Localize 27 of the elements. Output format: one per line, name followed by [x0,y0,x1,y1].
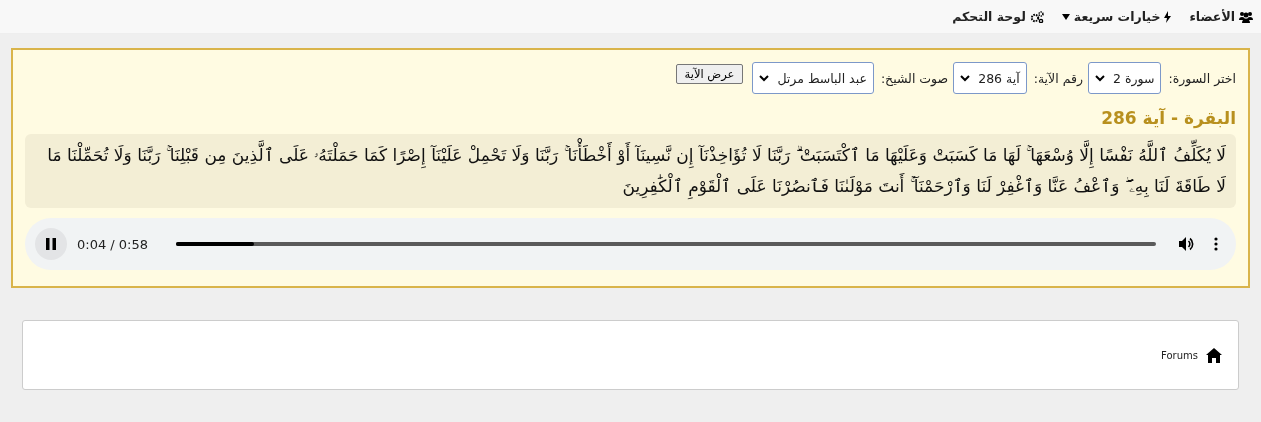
field-label: صوت الشيخ: [880,70,949,86]
gears-icon [1029,10,1044,23]
chevron-icon [1095,74,1105,82]
home-icon [1206,347,1222,363]
more-options-icon[interactable] [1214,237,1218,251]
play-pause-button[interactable] [35,228,67,260]
chevron-icon [759,74,770,82]
surah-select[interactable]: سورة 2 [1088,62,1162,94]
users-icon [1239,10,1253,23]
reciter-select[interactable]: عبد الباسط مرتل [752,62,874,94]
bolt-icon [1164,10,1172,23]
nav-link[interactable]: خيارات سريعة [1061,9,1172,24]
time-display: 0:04 / 0:58 [77,236,149,252]
progress-track[interactable] [176,242,1156,246]
volume-icon[interactable] [1178,236,1194,252]
field-label: اختر السورة: [1168,70,1236,86]
verse-heading: البقرة - آية 286 [1100,108,1236,128]
field-label: رقم الآية: [1033,70,1083,86]
forums-link[interactable]: Forums [1161,347,1222,363]
show-verse-button[interactable]: عرض الآية [675,64,744,84]
verse-text: لَا يُكَلِّفُ ٱللَّهُ نَفْسًا إِلَّا وُسْعَهَا ۚ لَهَا مَا كَسَبَتْ وَعَلَيْهَا مَا ٱكْتَسَبَتْ ۗ رَبَّنَا لَا تُؤَاخِذْنَآ إِن نَّسِينَآ أَوْ أَخْطَأْنَا ۚ رَبَّنَا وَلَا تَحْمِلْ عَلَيْنَآ إِصْرًا كَمَا حَمَلْتَهُۥ عَلَى ٱلَّذِينَ مِن قَبْلِنَا ۚ رَبَّنَا وَلَا تُحَمِّلْنَا مَا لَا طَاقَةَ لَنَا بِهِۦ ۖ وَٱعْفُ عَنَّا وَٱغْفِرْ لَنَا وَٱرْحَمْنَآ ۚ أَنتَ مَوْلَىٰنَا فَٱنصُرْنَا عَلَى ٱلْقَوْمِ ٱلْكَٰفِرِينَ [25,134,1236,208]
pause-icon [46,238,56,250]
caret-icon [1061,13,1070,20]
chevron-icon [960,74,971,82]
nav-link[interactable]: لوحة التحكم [952,9,1044,24]
nav-link[interactable]: الأعضاء [1189,9,1253,24]
ayah-select[interactable]: آية 286 [953,62,1027,94]
